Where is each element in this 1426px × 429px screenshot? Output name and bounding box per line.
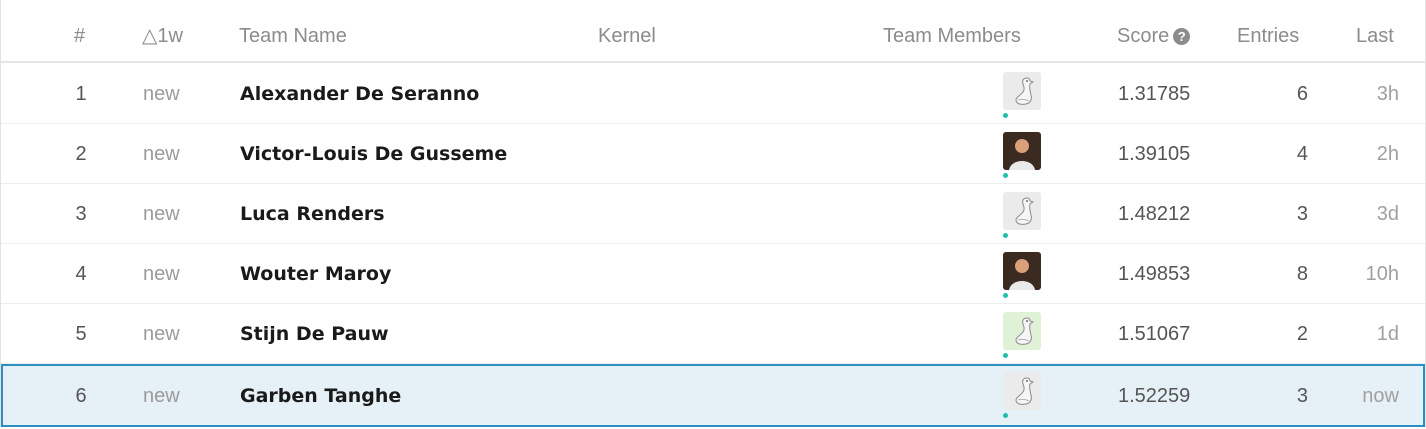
entries-value: 8: [1296, 263, 1308, 285]
table-row[interactable]: 2 new Victor-Louis De Gusseme 1.39105 4 2h: [1, 124, 1425, 184]
help-icon[interactable]: ?: [1173, 28, 1191, 45]
rank-value: 2: [75, 143, 87, 165]
entries-value: 6: [1296, 83, 1308, 105]
entries-value: 4: [1296, 143, 1308, 165]
team-name[interactable]: Alexander De Seranno: [240, 64, 479, 124]
online-dot-icon: [1003, 173, 1008, 178]
online-dot-icon: [1003, 293, 1008, 298]
delta-value: new: [143, 263, 180, 285]
rank-value: 4: [75, 263, 87, 285]
team-name[interactable]: Stijn De Pauw: [240, 304, 389, 364]
goose-avatar-green[interactable]: [1003, 312, 1041, 350]
online-dot-icon: [1003, 113, 1008, 118]
last-submission: 3d: [1376, 203, 1399, 225]
header-kernel: Kernel: [598, 25, 656, 47]
goose-avatar[interactable]: [1003, 72, 1041, 110]
photo-avatar[interactable]: [1003, 132, 1041, 170]
header-team-members: Team Members: [883, 25, 1021, 47]
rank-value: 6: [75, 385, 87, 407]
delta-value: new: [143, 83, 180, 105]
table-row[interactable]: 1 new Alexander De Seranno 1.31785 6 3h: [1, 64, 1425, 124]
rank-value: 1: [75, 83, 87, 105]
score-value: 1.31785: [1118, 83, 1191, 105]
header-rank: #: [74, 25, 86, 47]
last-submission: 2h: [1376, 143, 1399, 165]
goose-avatar[interactable]: [1003, 372, 1041, 410]
team-name[interactable]: Victor-Louis De Gusseme: [240, 124, 507, 184]
score-value: 1.48212: [1118, 203, 1191, 225]
delta-value: new: [143, 385, 180, 407]
header-score-label[interactable]: Score: [1117, 25, 1169, 47]
table-row[interactable]: 5 new Stijn De Pauw 1.51067 2 1d: [1, 304, 1425, 364]
online-dot-icon: [1003, 233, 1008, 238]
table-row[interactable]: 4 new Wouter Maroy 1.49853 8 10h: [1, 244, 1425, 304]
team-name[interactable]: Luca Renders: [240, 184, 385, 244]
photo-avatar[interactable]: [1003, 252, 1041, 290]
score-value: 1.49853: [1118, 263, 1191, 285]
last-submission: 3h: [1376, 83, 1399, 105]
header-delta-1w[interactable]: △1w: [142, 0, 183, 63]
leaderboard-header: # △1w Team Name Kernel Team Members Scor…: [1, 0, 1425, 63]
rank-value: 3: [75, 203, 87, 225]
last-submission: 1d: [1376, 323, 1399, 345]
online-dot-icon: [1003, 413, 1008, 418]
team-name[interactable]: Garben Tanghe: [240, 366, 401, 426]
header-score[interactable]: Score?: [1117, 0, 1191, 63]
goose-avatar[interactable]: [1003, 192, 1041, 230]
header-team-name[interactable]: Team Name: [239, 0, 347, 63]
leaderboard: # △1w Team Name Kernel Team Members Scor…: [0, 0, 1426, 427]
score-value: 1.52259: [1118, 385, 1191, 407]
table-row[interactable]: 3 new Luca Renders 1.48212 3 3d: [1, 184, 1425, 244]
rank-value: 5: [75, 323, 87, 345]
last-submission: now: [1362, 385, 1399, 407]
team-name[interactable]: Wouter Maroy: [240, 244, 391, 304]
delta-value: new: [143, 323, 180, 345]
header-entries[interactable]: Entries: [1237, 0, 1299, 63]
last-submission: 10h: [1365, 263, 1399, 285]
header-last[interactable]: Last: [1356, 0, 1394, 63]
table-row[interactable]: 6 new Garben Tanghe 1.52259 3 now: [1, 364, 1425, 427]
entries-value: 2: [1296, 323, 1308, 345]
score-value: 1.51067: [1118, 323, 1191, 345]
delta-value: new: [143, 143, 180, 165]
entries-value: 3: [1296, 385, 1308, 407]
delta-value: new: [143, 203, 180, 225]
score-value: 1.39105: [1118, 143, 1191, 165]
entries-value: 3: [1296, 203, 1308, 225]
online-dot-icon: [1003, 353, 1008, 358]
